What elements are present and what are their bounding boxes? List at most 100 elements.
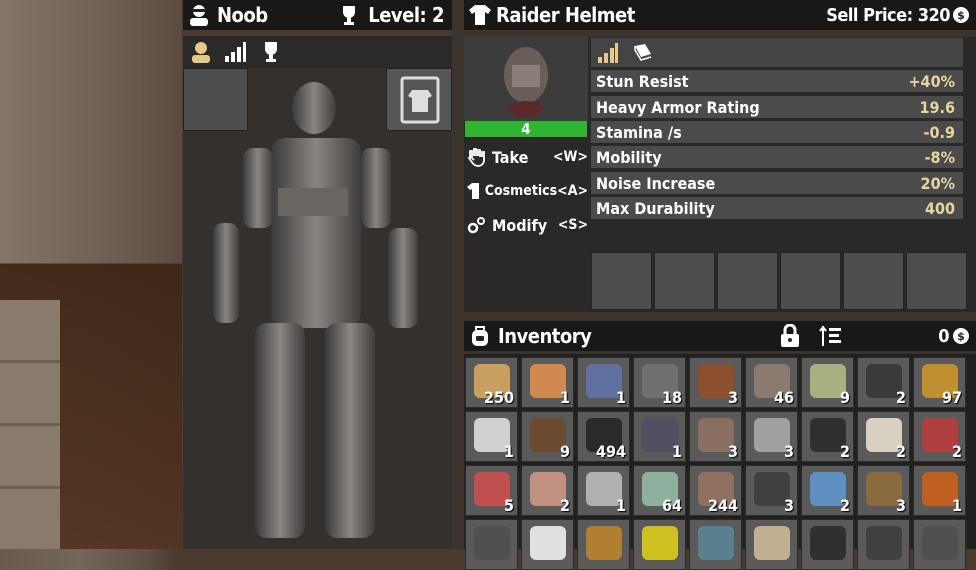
mod-slot[interactable] — [717, 252, 778, 310]
inventory-slot[interactable] — [857, 519, 910, 570]
item-preview — [464, 37, 588, 121]
stat-row: Stamina /s -0.9 — [591, 121, 963, 143]
inventory-slot[interactable]: 244 — [689, 465, 742, 516]
item-count: 1 — [671, 442, 682, 461]
inventory-slot[interactable] — [465, 519, 518, 570]
item-count: 46 — [773, 388, 794, 407]
item-count: 3 — [783, 442, 794, 461]
inventory-money: 0 — [938, 325, 949, 347]
cosmetics-action[interactable]: Cosmetics <A> — [466, 178, 588, 204]
shirt-icon — [469, 5, 491, 25]
inventory-slot[interactable] — [913, 519, 966, 570]
character-viewport — [183, 68, 452, 549]
inventory-slot[interactable]: 3 — [689, 411, 742, 462]
player-tabs — [183, 36, 452, 68]
inventory-slot[interactable]: 1 — [465, 411, 518, 462]
inventory-slot[interactable]: 2 — [801, 465, 854, 516]
modify-label: Modify — [492, 215, 548, 235]
inventory-slot[interactable]: 1 — [577, 357, 630, 408]
item-header: Raider Helmet Sell Price: 320 $ — [464, 0, 976, 30]
item-count: 9 — [839, 388, 850, 407]
inventory-slot[interactable]: 1 — [633, 411, 686, 462]
inventory-slot[interactable]: 1 — [577, 465, 630, 516]
inventory-slot[interactable]: 2 — [857, 411, 910, 462]
inventory-slot[interactable] — [689, 519, 742, 570]
inventory-header: Inventory 0 $ — [464, 321, 976, 351]
mod-slot[interactable] — [654, 252, 715, 310]
inventory-slot[interactable]: 97 — [913, 357, 966, 408]
inventory-slot[interactable]: 5 — [465, 465, 518, 516]
inventory-slot[interactable]: 3 — [745, 465, 798, 516]
inventory-slot[interactable]: 494 — [577, 411, 630, 462]
item-icon — [586, 526, 622, 560]
inventory-slot[interactable]: 1 — [913, 465, 966, 516]
inventory-slot[interactable]: 9 — [521, 411, 574, 462]
inventory-slot[interactable]: 3 — [857, 465, 910, 516]
take-action[interactable]: Take <W> — [466, 144, 588, 170]
modify-action[interactable]: Modify <S> — [466, 212, 588, 238]
tab-description-book-icon[interactable] — [631, 42, 653, 64]
stat-value: -0.9 — [923, 122, 955, 142]
stat-value: +40% — [908, 71, 955, 91]
player-name: Noob — [217, 3, 268, 27]
inventory-slot[interactable]: 9 — [801, 357, 854, 408]
inventory-slot[interactable] — [633, 519, 686, 570]
inventory-slot[interactable] — [801, 519, 854, 570]
inventory-slot[interactable]: 3 — [689, 357, 742, 408]
inventory-slot[interactable]: 64 — [633, 465, 686, 516]
item-icon — [922, 526, 958, 560]
stat-row: Stun Resist +40% — [591, 70, 963, 92]
inventory-slot[interactable]: 46 — [745, 357, 798, 408]
take-key: <W> — [552, 149, 588, 165]
mod-slot[interactable] — [591, 252, 652, 310]
item-count: 2 — [895, 388, 906, 407]
stat-name: Stamina /s — [596, 122, 682, 142]
stat-name: Stun Resist — [596, 71, 689, 91]
inventory-slot[interactable] — [745, 519, 798, 570]
item-count: 3 — [727, 442, 738, 461]
inventory-slot[interactable]: 2 — [857, 357, 910, 408]
lock-icon[interactable] — [779, 324, 801, 348]
inventory-slot[interactable]: 18 — [633, 357, 686, 408]
stat-value: 20% — [920, 173, 955, 193]
item-count: 18 — [661, 388, 682, 407]
coin-icon: $ — [953, 7, 969, 23]
inventory-slot[interactable] — [577, 519, 630, 570]
inventory-slot[interactable]: 2 — [521, 465, 574, 516]
item-count: 2 — [839, 496, 850, 515]
inventory-slot[interactable]: 1 — [521, 357, 574, 408]
tab-character-icon[interactable] — [189, 40, 213, 64]
backpack-icon — [472, 326, 488, 346]
inventory-coin-icon: $ — [953, 328, 969, 344]
item-count: 1 — [503, 442, 514, 461]
quality-bar: 4 — [465, 120, 587, 138]
cosmetics-shirt-icon — [467, 183, 479, 199]
inventory-slot[interactable]: 3 — [745, 411, 798, 462]
stat-value: -8% — [924, 147, 955, 167]
item-icon — [642, 526, 678, 560]
inventory-slot[interactable]: 2 — [801, 411, 854, 462]
item-count: 1 — [615, 388, 626, 407]
item-title: Raider Helmet — [496, 3, 635, 27]
inventory-slot[interactable]: 2 — [913, 411, 966, 462]
tab-trophy-icon[interactable] — [259, 40, 283, 64]
tab-stats-icon[interactable] — [223, 40, 247, 64]
tab-stats-bars-icon[interactable] — [597, 42, 619, 64]
mod-slot[interactable] — [780, 252, 841, 310]
item-icon — [698, 526, 734, 560]
inventory-slot[interactable]: 250 — [465, 357, 518, 408]
inventory-slot[interactable] — [521, 519, 574, 570]
mod-slot[interactable] — [843, 252, 904, 310]
item-icon — [474, 526, 510, 560]
sort-icon[interactable] — [819, 324, 843, 348]
gears-icon — [467, 217, 485, 234]
stat-name: Mobility — [596, 147, 662, 167]
modify-key: <S> — [557, 217, 588, 233]
item-count: 494 — [595, 442, 626, 461]
svg-text:$: $ — [957, 9, 965, 22]
stat-row: Max Durability 400 — [591, 197, 963, 219]
stat-row: Mobility -8% — [591, 146, 963, 168]
sell-price-label: Sell Price: 320 — [826, 4, 950, 26]
item-count: 1 — [615, 496, 626, 515]
mod-slot[interactable] — [906, 252, 967, 310]
